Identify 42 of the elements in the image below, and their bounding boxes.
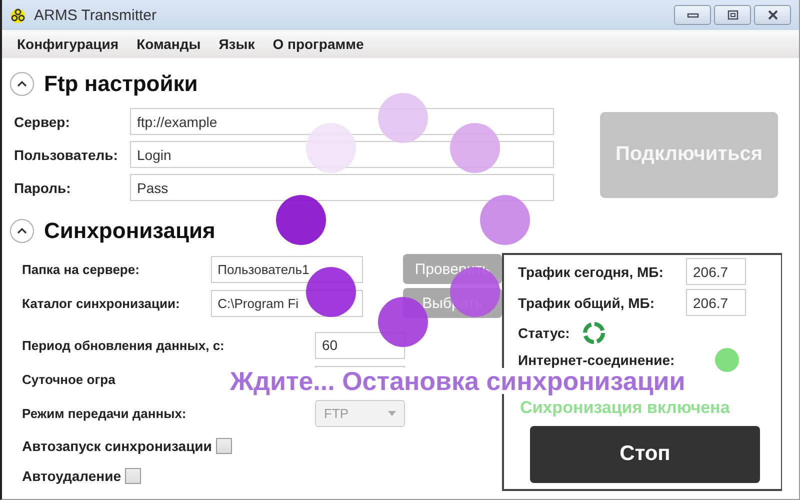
field-label: Папка на сервере: <box>22 262 140 276</box>
internet-label: Интернет-соединение: <box>518 352 675 368</box>
checkbox[interactable] <box>125 468 142 484</box>
field-label: Пароль: <box>14 180 72 196</box>
text-field[interactable]: 206.7 <box>686 258 746 285</box>
field-label: Каталог синхронизации: <box>22 296 181 310</box>
menu-item[interactable]: Команды <box>128 36 210 52</box>
field-label: Пользователь: <box>14 146 119 162</box>
minimize-icon <box>686 11 698 19</box>
text-field[interactable]: Pass <box>130 174 554 201</box>
checkbox-label: Автозапуск синхронизации <box>22 438 212 454</box>
busy-message: Ждите... Остановка синхронизации <box>230 368 686 394</box>
field-label: Суточное огра <box>22 372 116 386</box>
sync-status-icon <box>582 320 606 345</box>
caret-icon <box>388 410 396 416</box>
stop-button[interactable]: Стоп <box>530 426 760 483</box>
section-title: Ftp настройки <box>44 71 198 97</box>
checkbox-label: Автоудаление <box>22 468 122 484</box>
chevron-icon <box>17 81 27 87</box>
field-label: Трафик сегодня, МБ: <box>518 264 664 280</box>
collapse-button[interactable] <box>10 219 34 243</box>
section-title: Синхронизация <box>44 218 216 244</box>
maximize-button[interactable] <box>714 5 751 25</box>
restore-icon <box>726 10 738 20</box>
chevron-icon <box>17 228 27 234</box>
collapse-button[interactable] <box>10 72 34 96</box>
app-logo-icon <box>10 7 26 23</box>
text-field[interactable]: 206.7 <box>686 289 746 316</box>
close-button[interactable] <box>754 5 791 25</box>
window-title: ARMS Transmitter <box>34 6 157 24</box>
field-label: Режим передачи данных: <box>22 406 186 420</box>
close-icon <box>766 10 778 20</box>
menu-item[interactable]: Язык <box>210 36 264 52</box>
field-label: Сервер: <box>14 114 71 130</box>
checkbox[interactable] <box>216 438 232 454</box>
status-label: Статус: <box>518 324 570 341</box>
sync-status-message: Сихронизация включена <box>520 398 731 418</box>
field-label: Период обновления данных, с: <box>22 338 224 352</box>
field-label: Трафик общий, МБ: <box>518 294 656 310</box>
menu-item[interactable]: Конфигурация <box>8 36 128 52</box>
minimize-button[interactable] <box>674 5 711 25</box>
menu-item[interactable]: О программе <box>264 36 373 52</box>
